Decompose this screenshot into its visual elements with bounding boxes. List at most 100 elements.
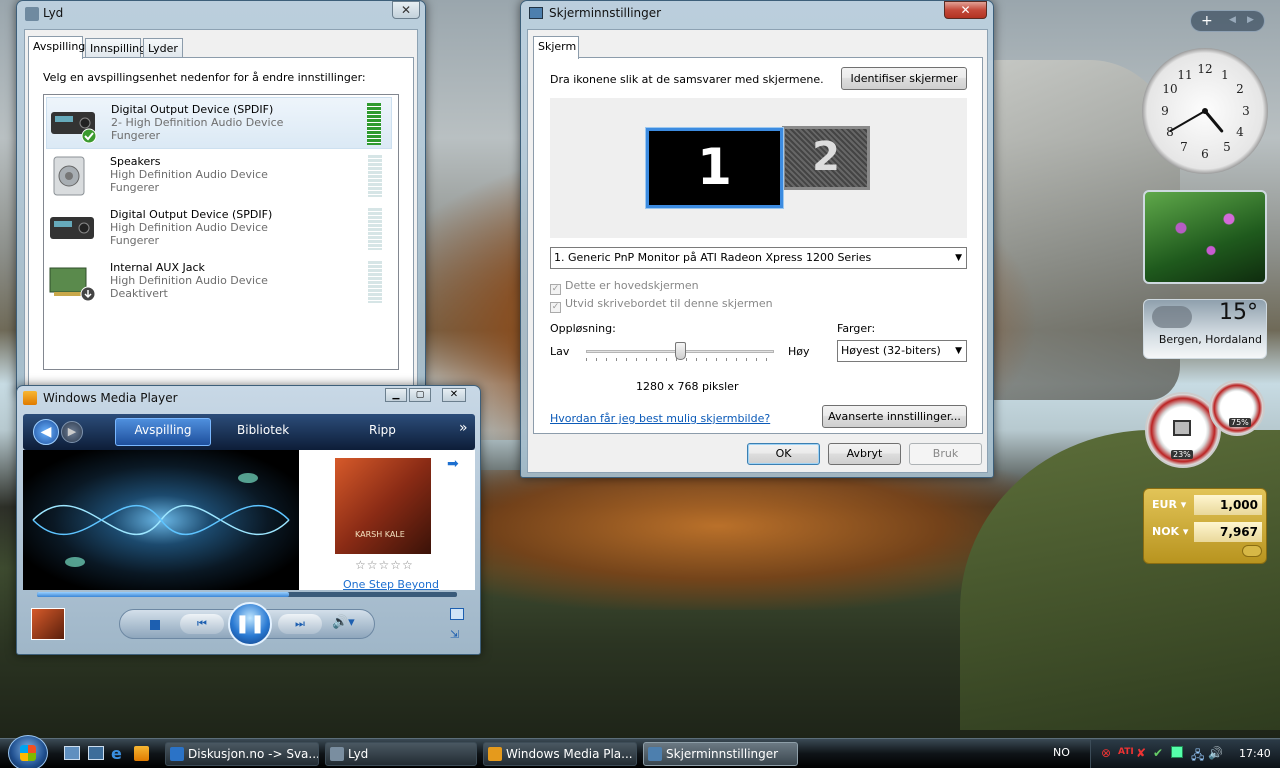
clock-time[interactable]: 17:40 xyxy=(1239,747,1271,760)
taskbar-item-lyd[interactable]: Lyd xyxy=(325,742,477,766)
close-button[interactable]: ✕ xyxy=(944,1,987,19)
previous-gadgets-icon[interactable]: ◀ xyxy=(1229,15,1236,25)
device-desc: 2- High Definition Audio Device xyxy=(111,116,284,129)
fullscreen-icon[interactable] xyxy=(450,608,464,620)
tab-lyder[interactable]: Lyder xyxy=(143,38,183,58)
more-tabs-button[interactable]: » xyxy=(459,420,468,436)
device-desc: High Definition Audio Device xyxy=(110,274,268,287)
device-status: Fungerer xyxy=(110,181,159,194)
ati-icon[interactable]: ATI xyxy=(1118,747,1134,757)
tab-avspilling[interactable]: Avspilling xyxy=(28,36,85,59)
volume-icon[interactable]: 🔊▾ xyxy=(332,615,355,630)
resolution-slider[interactable] xyxy=(586,342,774,362)
slideshow-gadget[interactable] xyxy=(1143,190,1267,284)
ok-button[interactable]: OK xyxy=(747,443,820,465)
cancel-button[interactable]: Avbryt xyxy=(828,443,901,465)
weather-gadget[interactable]: 15° Bergen, Hordaland xyxy=(1143,299,1267,359)
clock-gadget[interactable]: 12 1 2 3 4 5 6 7 8 9 10 11 xyxy=(1142,48,1268,174)
identify-monitors-button[interactable]: Identifiser skjermer xyxy=(841,67,967,90)
switch-to-library-icon[interactable]: ⇲ xyxy=(450,628,464,641)
switch-windows-icon[interactable] xyxy=(88,746,104,760)
chevron-down-icon: ▼ xyxy=(955,253,962,263)
maximize-button[interactable]: ▢ xyxy=(409,388,431,402)
clock-face: 12 12 3 45678 9 1011 xyxy=(1161,62,1250,161)
tab-page: Dra ikonene slik at de samsvarer med skj… xyxy=(533,57,983,434)
instruction-text: Velg en avspillingsenhet nedenfor for å … xyxy=(43,71,366,84)
tab-avspilling[interactable]: Avspilling xyxy=(115,418,211,446)
currency-gadget[interactable]: EUR ▾ 1,000 NOK ▾ 7,967 xyxy=(1143,488,1267,564)
tab-skjerm[interactable]: Skjerm xyxy=(533,36,579,59)
visualization xyxy=(23,450,299,590)
rating-stars[interactable]: ☆☆☆☆☆ xyxy=(355,558,414,572)
monitor-2[interactable]: 2 xyxy=(782,126,870,190)
internet-explorer-icon[interactable]: e xyxy=(111,744,122,763)
sound-card-icon xyxy=(48,262,96,302)
network-icon[interactable]: 🖧 xyxy=(1191,746,1204,767)
monitor-1[interactable]: 1 xyxy=(645,127,784,209)
minimize-button[interactable]: ▁ xyxy=(385,388,407,402)
seek-bar[interactable] xyxy=(37,592,457,597)
apply-button[interactable]: Bruk xyxy=(909,443,982,465)
tab-bibliotek[interactable]: Bibliotek xyxy=(237,423,289,437)
sound-window-icon xyxy=(25,7,39,21)
taskbar-item-display-settings[interactable]: Skjerminnstillinger xyxy=(643,742,798,766)
tab-ripp[interactable]: Ripp xyxy=(369,423,396,437)
svg-text:2: 2 xyxy=(1236,82,1244,96)
device-name: Digital Output Device (SPDIF) xyxy=(110,208,273,221)
next-gadgets-icon[interactable]: ▶ xyxy=(1247,15,1254,25)
update-icon[interactable] xyxy=(1171,746,1183,758)
show-desktop-icon[interactable] xyxy=(64,746,80,760)
language-indicator[interactable]: NO xyxy=(1053,746,1070,759)
currency-code[interactable]: NOK ▾ xyxy=(1152,525,1188,538)
currency-value[interactable]: 1,000 xyxy=(1194,495,1262,515)
slider-thumb[interactable] xyxy=(675,342,686,360)
cpu-meter-gadget[interactable]: 23% 75% xyxy=(1143,380,1267,470)
close-button[interactable]: ✕ xyxy=(392,1,420,19)
device-list[interactable]: Digital Output Device (SPDIF) 2- High De… xyxy=(43,94,399,370)
currency-value[interactable]: 7,967 xyxy=(1194,522,1262,542)
colors-select[interactable]: Høyest (32-biters) ▼ xyxy=(837,340,967,362)
spdif-device-icon xyxy=(49,104,97,144)
svg-text:8: 8 xyxy=(1166,125,1174,139)
taskbar-item-browser[interactable]: Diskusjon.no -> Sva... xyxy=(165,742,319,766)
device-item[interactable]: Digital Output Device (SPDIF) High Defin… xyxy=(46,203,392,255)
sound-window: Lyd ✕ Avspilling Innspilling Lyder Velg … xyxy=(16,0,426,397)
taskbar-item-wmp[interactable]: Windows Media Pla... xyxy=(483,742,637,766)
currency-code[interactable]: EUR ▾ xyxy=(1152,498,1186,511)
device-item[interactable]: Digital Output Device (SPDIF) 2- High De… xyxy=(46,97,392,149)
track-title[interactable]: One Step Beyond xyxy=(343,578,439,590)
media-player-icon[interactable] xyxy=(134,746,149,761)
pause-button[interactable]: ❚❚ xyxy=(228,602,272,646)
arrow-right-icon[interactable]: ➡ xyxy=(447,456,459,472)
back-button[interactable]: ◀ xyxy=(33,419,59,445)
help-link[interactable]: Hvordan får jeg best mulig skjermbilde? xyxy=(550,412,770,425)
previous-button[interactable]: ⏮ xyxy=(180,614,224,634)
security-alert-icon[interactable]: ⊗ xyxy=(1101,746,1111,760)
next-button[interactable]: ⏭ xyxy=(278,614,322,634)
speakers-icon xyxy=(48,156,96,196)
add-gadget-button[interactable]: + xyxy=(1201,13,1213,29)
wmp-nav-bar: ◀ ▶ Avspilling Bibliotek Ripp » xyxy=(23,414,475,450)
extend-desktop-checkbox[interactable]: ✓ Utvid skrivebordet til denne skjermen xyxy=(550,297,773,313)
svg-text:3: 3 xyxy=(1242,104,1250,118)
resolution-low-label: Lav xyxy=(550,345,570,358)
device-item[interactable]: Speakers High Definition Audio Device Fu… xyxy=(46,150,392,202)
forward-arrow-icon: ▶ xyxy=(67,425,77,438)
sound-window-title: Lyd xyxy=(43,6,64,20)
wmp-icon xyxy=(23,391,37,405)
stop-button[interactable] xyxy=(150,620,160,630)
album-thumbnail[interactable] xyxy=(31,608,65,640)
volume-icon[interactable]: 🔊 xyxy=(1208,746,1223,760)
tab-innspilling[interactable]: Innspilling xyxy=(85,38,146,58)
instruction-text: Dra ikonene slik at de samsvarer med skj… xyxy=(550,73,824,86)
advanced-settings-button[interactable]: Avanserte innstillinger... xyxy=(822,405,967,428)
close-button[interactable]: ✕ xyxy=(442,388,466,402)
primary-monitor-checkbox[interactable]: ✓ Dette er hovedskjermen xyxy=(550,279,699,295)
safely-remove-icon[interactable]: ✔ xyxy=(1153,746,1163,760)
device-item[interactable]: Internal AUX Jack High Definition Audio … xyxy=(46,256,392,308)
forward-button[interactable]: ▶ xyxy=(61,421,83,443)
monitor-select[interactable]: 1. Generic PnP Monitor på ATI Radeon Xpr… xyxy=(550,247,967,269)
antivirus-icon[interactable]: ✘ xyxy=(1136,746,1146,760)
sidebar-control: + ◀ ▶ xyxy=(1190,10,1265,32)
svg-text:6: 6 xyxy=(1201,147,1209,161)
